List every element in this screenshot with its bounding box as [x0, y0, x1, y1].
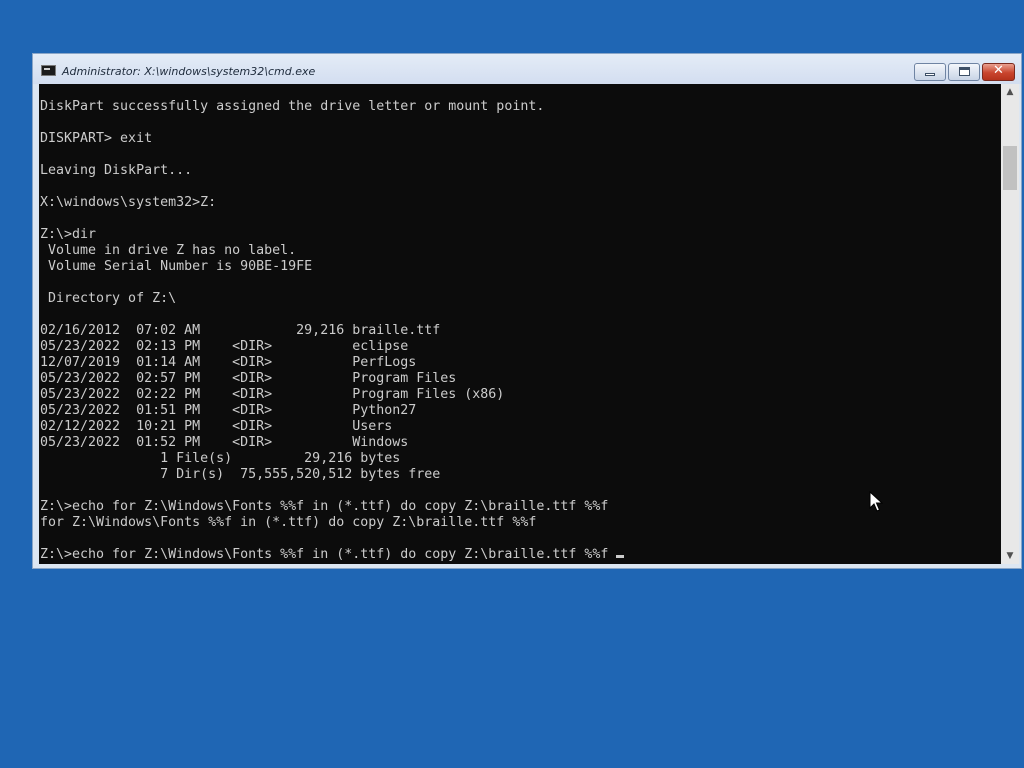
- console-line: 02/12/2022 10:21 PM <DIR> Users: [40, 419, 393, 434]
- window-title: Administrator: X:\windows\system32\cmd.e…: [62, 65, 316, 78]
- console-line: 05/23/2022 02:22 PM <DIR> Program Files …: [40, 387, 505, 402]
- console-icon[interactable]: [41, 65, 56, 76]
- console-line: Z:\>echo for Z:\Windows\Fonts %%f in (*.…: [40, 499, 609, 514]
- minimize-button[interactable]: [914, 63, 946, 81]
- console-line: 7 Dir(s) 75,555,520,512 bytes free: [40, 467, 441, 482]
- maximize-icon: [959, 67, 970, 76]
- console-line: 05/23/2022 02:57 PM <DIR> Program Files: [40, 371, 457, 386]
- console-line: Directory of Z:\: [40, 291, 177, 306]
- close-icon: ✕: [993, 63, 1004, 78]
- console-input-line[interactable]: Z:\>echo for Z:\Windows\Fonts %%f in (*.…: [40, 547, 616, 562]
- vertical-scrollbar[interactable]: ▲ ▼: [1001, 84, 1019, 564]
- console-line: DiskPart successfully assigned the drive…: [40, 99, 545, 114]
- console-line: DISKPART> exit: [40, 131, 153, 146]
- console-history: DiskPart successfully assigned the drive…: [40, 99, 608, 530]
- console-line: 02/16/2012 07:02 AM 29,216 braille.ttf: [40, 323, 441, 338]
- scroll-down-icon[interactable]: ▼: [1001, 548, 1019, 564]
- console-line: 12/07/2019 01:14 AM <DIR> PerfLogs: [40, 355, 417, 370]
- desktop-background: Administrator: X:\windows\system32\cmd.e…: [0, 0, 1024, 768]
- console-line: Leaving DiskPart...: [40, 163, 193, 178]
- maximize-button[interactable]: [948, 63, 980, 81]
- console-output[interactable]: DiskPart successfully assigned the drive…: [39, 84, 1001, 564]
- console-line: 05/23/2022 01:51 PM <DIR> Python27: [40, 403, 417, 418]
- close-button[interactable]: ✕: [982, 63, 1015, 81]
- mouse-pointer-icon: [869, 491, 883, 512]
- console-line: X:\windows\system32>Z:: [40, 195, 217, 210]
- console-line: Z:\>dir: [40, 227, 97, 242]
- scroll-up-icon[interactable]: ▲: [1001, 84, 1019, 100]
- text-cursor: [616, 555, 625, 558]
- title-bar[interactable]: Administrator: X:\windows\system32\cmd.e…: [33, 54, 1021, 84]
- console-text: DiskPart successfully assigned the drive…: [39, 84, 1001, 563]
- console-line: Volume Serial Number is 90BE-19FE: [40, 259, 313, 274]
- scrollbar-thumb[interactable]: [1003, 146, 1017, 190]
- console-line: Volume in drive Z has no label.: [40, 243, 297, 258]
- console-line: 1 File(s) 29,216 bytes: [40, 451, 401, 466]
- console-line: 05/23/2022 01:52 PM <DIR> Windows: [40, 435, 409, 450]
- console-line: for Z:\Windows\Fonts %%f in (*.ttf) do c…: [40, 515, 537, 530]
- minimize-icon: [925, 73, 935, 76]
- console-line: 05/23/2022 02:13 PM <DIR> eclipse: [40, 339, 409, 354]
